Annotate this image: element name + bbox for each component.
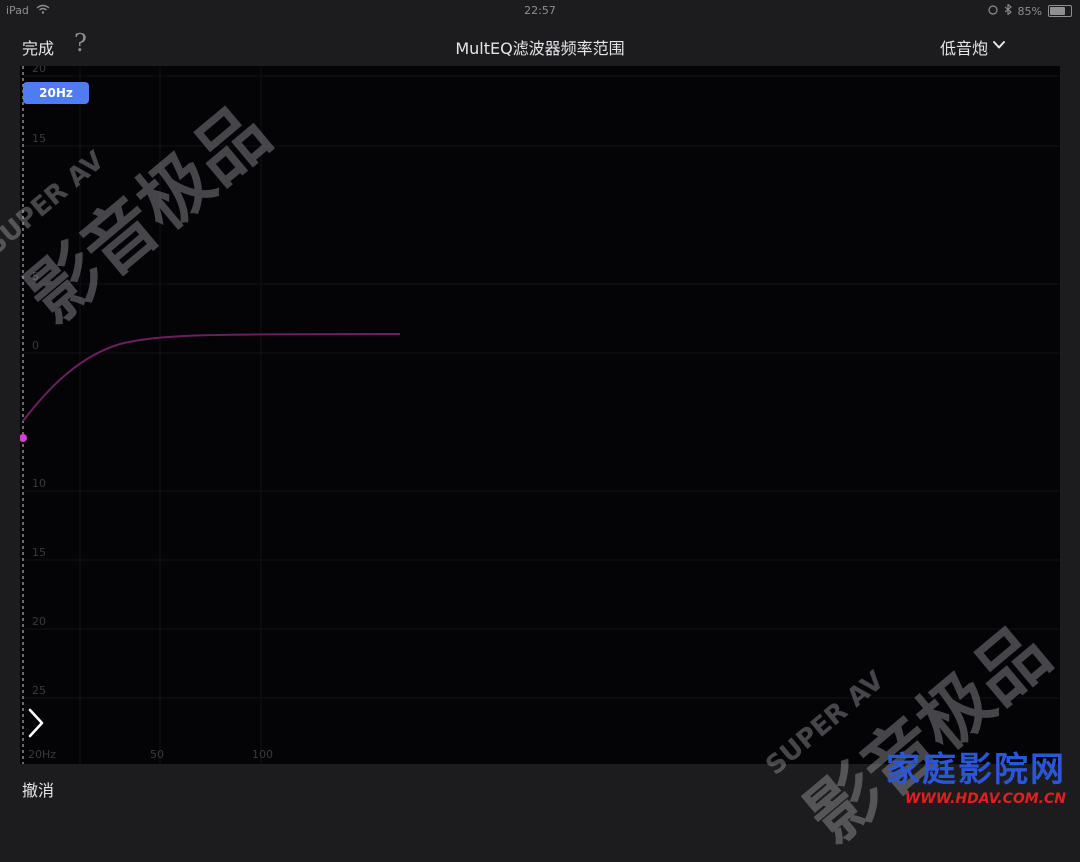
x-tick-label: 50: [150, 748, 164, 761]
chevron-right-icon[interactable]: [24, 706, 48, 740]
battery-percent: 85%: [1017, 4, 1042, 18]
lock-rotation-icon: [987, 4, 998, 18]
page-title: MultEQ滤波器频率范围: [455, 39, 625, 58]
y-tick-label: 0: [32, 339, 39, 352]
clock: 22:57: [524, 4, 556, 17]
bottom-bar: 撤消: [0, 764, 1080, 810]
channel-selector[interactable]: 低音炮: [940, 35, 988, 59]
grid-lines: [23, 66, 1060, 764]
eq-graph[interactable]: 20 15 5 0 10 15 20 25 20Hz 50 100 20Hz: [20, 66, 1060, 764]
y-tick-label: 5: [32, 270, 39, 283]
y-tick-label: 25: [32, 684, 46, 697]
navigation-bar: 完成 ? MultEQ滤波器频率范围 低音炮: [0, 22, 1080, 66]
y-tick-label: 20: [32, 66, 46, 75]
frequency-badge[interactable]: 20Hz: [23, 82, 89, 104]
x-tick-label: 100: [252, 748, 273, 761]
y-tick-label: 20: [32, 615, 46, 628]
status-right: 85%: [987, 3, 1072, 18]
undo-button[interactable]: 撤消: [22, 777, 54, 801]
x-tick-label: 20Hz: [28, 748, 56, 761]
y-tick-label: 15: [32, 546, 46, 559]
y-axis-labels: 20 15 5 0 10 15 20 25: [32, 66, 46, 697]
chevron-down-icon[interactable]: [992, 37, 1006, 51]
y-tick-label: 10: [32, 477, 46, 490]
curve-marker[interactable]: [20, 434, 27, 442]
x-axis-labels: 20Hz 50 100: [28, 748, 273, 761]
y-tick-label: 15: [32, 132, 46, 145]
battery-icon: [1048, 5, 1072, 17]
status-bar: iPad 22:57 85%: [0, 0, 1080, 22]
bluetooth-icon: [1004, 3, 1012, 18]
eq-graph-canvas: 20155010152025 20Hz 50 100: [20, 66, 1060, 764]
